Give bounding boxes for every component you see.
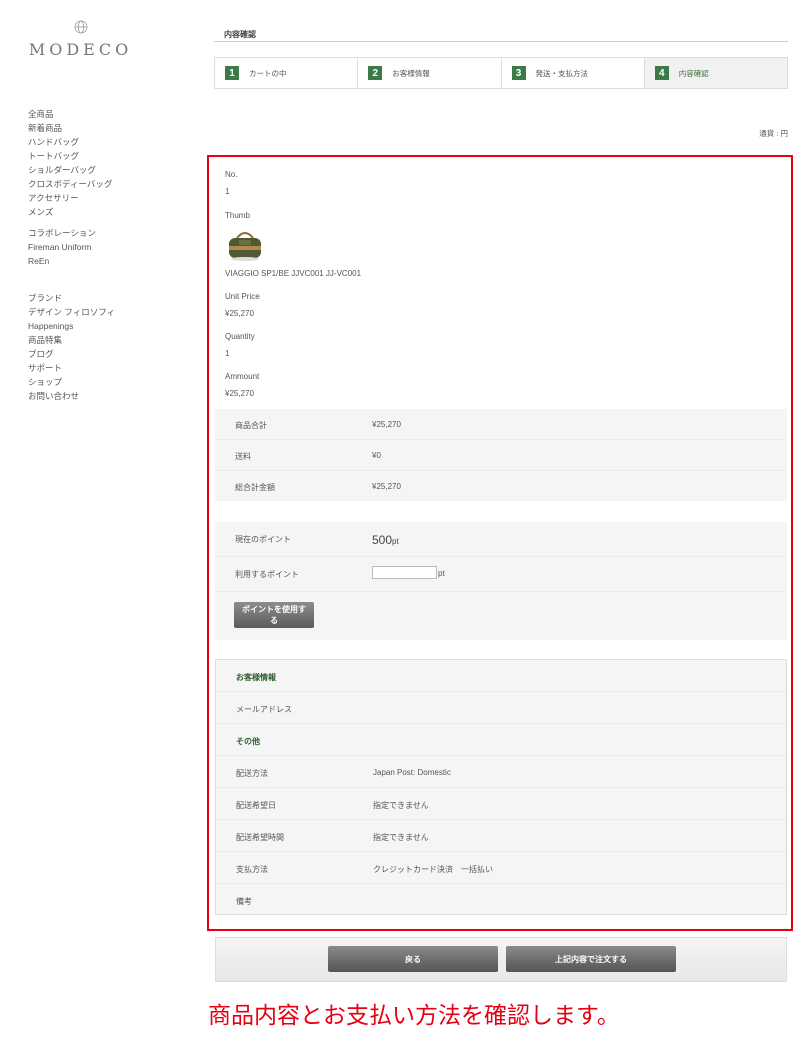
sidebar-item-happenings[interactable]: Happenings [28, 319, 115, 333]
ship-method-value: Japan Post: Domestic [373, 768, 451, 777]
customer-info-panel: お客様情報 メールアドレス その他 配送方法 Japan Post: Domes… [215, 659, 787, 915]
action-bar: 戻る 上記内容で注文する [215, 937, 787, 982]
ship-time-value: 指定できません [373, 833, 429, 842]
sidebar-item-all[interactable]: 全商品 [28, 107, 112, 121]
sidebar-item-philosophy[interactable]: デザイン フィロソフィ [28, 305, 115, 319]
ship-date-label: 配送希望日 [236, 801, 276, 810]
use-points-row: 利用するポイント pt [215, 557, 787, 592]
step-customer-info: 2 お客様情報 [358, 58, 502, 88]
product-name[interactable]: VIAGGIO SP1/BE JJVC001 JJ-VC001 [225, 269, 361, 278]
sidebar-item-contact[interactable]: お問い合わせ [28, 389, 115, 403]
sidebar-nav-collab: コラボレーション Fireman Uniform ReEn [28, 226, 96, 268]
sidebar-item-handbag[interactable]: ハンドバッグ [28, 135, 112, 149]
back-button[interactable]: 戻る [328, 946, 498, 972]
sidebar-item-accessory[interactable]: アクセサリー [28, 191, 112, 205]
current-points-label: 現在のポイント [235, 535, 291, 544]
sidebar-item-shoulder[interactable]: ショルダーバッグ [28, 163, 112, 177]
step-confirm: 4 内容確認 [644, 58, 787, 88]
step-number: 3 [511, 66, 526, 80]
use-points-label: 利用するポイント [235, 570, 299, 579]
current-points-value: 500pt [372, 533, 399, 547]
sidebar-item-reen[interactable]: ReEn [28, 254, 96, 268]
sidebar-item-brand[interactable]: ブランド [28, 291, 115, 305]
amount-value: ¥25,270 [225, 389, 254, 398]
shipping-row: 送料 ¥0 [215, 440, 787, 471]
shipping-label: 送料 [235, 452, 251, 461]
ship-time-label: 配送希望時間 [236, 833, 284, 842]
email-label: メールアドレス [236, 705, 292, 714]
ship-method-row: 配送方法 Japan Post: Domestic [216, 756, 786, 788]
place-order-button[interactable]: 上記内容で注文する [506, 946, 676, 972]
shipping-value: ¥0 [372, 451, 381, 460]
step-number: 4 [654, 66, 669, 80]
quantity-label: Quantity [225, 332, 255, 341]
unit-price-value: ¥25,270 [225, 309, 254, 318]
step-label: カートの中 [249, 68, 287, 78]
payment-label: 支払方法 [236, 865, 268, 874]
ship-date-value: 指定できません [373, 801, 429, 810]
page-title: 内容確認 [224, 30, 256, 39]
thumb-label: Thumb [225, 211, 250, 220]
ship-method-label: 配送方法 [236, 769, 268, 778]
sidebar-item-fireman[interactable]: Fireman Uniform [28, 240, 96, 254]
sidebar-item-tote[interactable]: トートバッグ [28, 149, 112, 163]
sidebar-nav-info: ブランド デザイン フィロソフィ Happenings 商品特集 ブログ サポー… [28, 291, 115, 403]
product-thumbnail[interactable] [225, 226, 265, 262]
no-value: 1 [225, 187, 230, 196]
subtotal-row: 商品合計 ¥25,270 [215, 409, 787, 440]
current-points-number: 500 [372, 533, 393, 547]
step-shipping-payment: 3 発送・支払方法 [501, 58, 645, 88]
checkout-steps: 1 カートの中 2 お客様情報 3 発送・支払方法 4 内容確認 [214, 57, 788, 89]
use-points-input[interactable] [372, 566, 437, 579]
step-label: 発送・支払方法 [535, 68, 589, 78]
sidebar-item-mens[interactable]: メンズ [28, 205, 112, 219]
sidebar-item-collaboration[interactable]: コラボレーション [28, 226, 96, 240]
email-row: メールアドレス [216, 692, 786, 724]
customer-section-header: お客様情報 [216, 660, 786, 692]
grand-total-row: 総合計金額 ¥25,270 [215, 471, 787, 502]
instruction-caption: 商品内容とお支払い方法を確認します。 [208, 1002, 620, 1028]
step-cart: 1 カートの中 [215, 58, 359, 88]
globe-icon [74, 20, 87, 34]
other-section-header: その他 [216, 724, 786, 756]
notes-row: 備考 [216, 884, 786, 916]
quantity-value: 1 [225, 349, 230, 358]
step-number: 2 [368, 66, 383, 80]
other-section-title: その他 [236, 737, 260, 746]
use-points-unit: pt [438, 569, 445, 578]
sidebar-item-new[interactable]: 新着商品 [28, 121, 112, 135]
payment-row: 支払方法 クレジットカード決済 一括払い [216, 852, 786, 884]
heading-divider [214, 41, 788, 42]
no-label: No. [225, 170, 238, 179]
amount-label: Ammount [225, 372, 260, 381]
step-label: お客様情報 [392, 68, 430, 78]
sidebar-item-features[interactable]: 商品特集 [28, 333, 115, 347]
totals-panel: 商品合計 ¥25,270 送料 ¥0 総合計金額 ¥25,270 [215, 409, 787, 501]
site-logo[interactable]: MODECO [28, 20, 133, 59]
step-number: 1 [225, 66, 239, 80]
sidebar-item-support[interactable]: サポート [28, 361, 115, 375]
subtotal-value: ¥25,270 [372, 420, 401, 429]
sidebar-item-shop[interactable]: ショップ [28, 375, 115, 389]
ship-time-row: 配送希望時間 指定できません [216, 820, 786, 852]
grand-total-label: 総合計金額 [235, 483, 275, 492]
sidebar-nav-products: 全商品 新着商品 ハンドバッグ トートバッグ ショルダーバッグ クロスボディーバ… [28, 107, 112, 219]
step-label: 内容確認 [678, 68, 709, 78]
points-panel: 現在のポイント 500pt 利用するポイント pt ポイントを使用する [215, 522, 787, 640]
grand-total-value: ¥25,270 [372, 482, 401, 491]
logo-text: MODECO [28, 40, 133, 59]
current-points-unit: pt [392, 537, 399, 546]
subtotal-label: 商品合計 [235, 421, 267, 430]
currency-label: 通貨 : 円 [759, 129, 788, 138]
use-points-button[interactable]: ポイントを使用する [234, 602, 314, 628]
notes-label: 備考 [236, 897, 252, 906]
ship-date-row: 配送希望日 指定できません [216, 788, 786, 820]
customer-section-title: お客様情報 [236, 673, 276, 682]
payment-value: クレジットカード決済 一括払い [373, 865, 493, 874]
sidebar-item-blog[interactable]: ブログ [28, 347, 115, 361]
current-points-row: 現在のポイント 500pt [215, 522, 787, 557]
sidebar-item-crossbody[interactable]: クロスボディーバッグ [28, 177, 112, 191]
unit-price-label: Unit Price [225, 292, 260, 301]
